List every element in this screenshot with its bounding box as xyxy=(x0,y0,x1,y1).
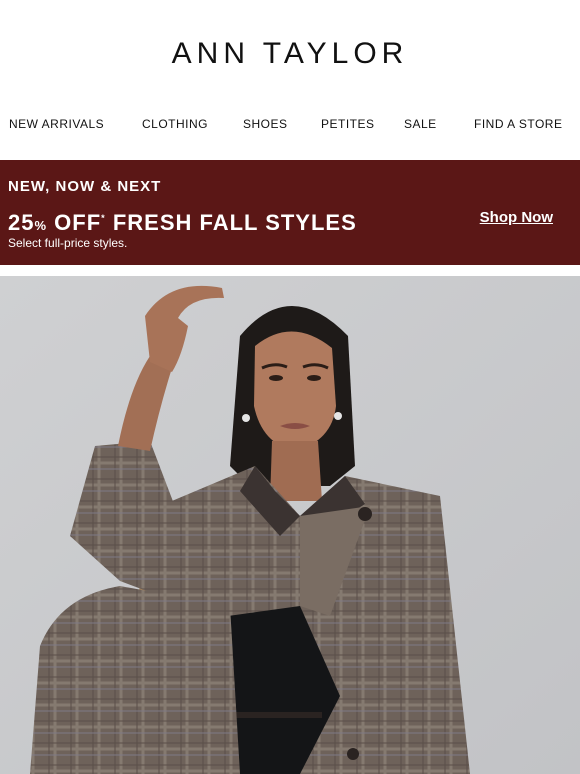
nav-item-clothing[interactable]: CLOTHING xyxy=(142,116,208,132)
main-nav: NEW ARRIVALS CLOTHING SHOES PETITES SALE… xyxy=(0,116,580,134)
hero-image[interactable] xyxy=(0,276,580,774)
promo-percent-sign: % xyxy=(34,218,48,233)
promo-asterisk: * xyxy=(101,213,106,223)
promo-percent-number: 25 xyxy=(8,210,35,235)
promo-subtext: Select full-price styles. xyxy=(8,236,128,250)
nav-item-new-arrivals[interactable]: NEW ARRIVALS xyxy=(9,116,104,132)
nav-item-petites[interactable]: PETITES xyxy=(321,116,375,132)
brand-logo[interactable]: ANN TAYLOR xyxy=(0,36,580,72)
promo-banner[interactable]: NEW, NOW & NEXT 25% OFF* FRESH FALL STYL… xyxy=(0,160,580,265)
promo-headline: 25% OFF* FRESH FALL STYLES xyxy=(8,204,357,240)
promo-off: OFF xyxy=(54,210,102,235)
nav-item-shoes[interactable]: SHOES xyxy=(243,116,288,132)
promo-headline-rest: FRESH FALL STYLES xyxy=(112,210,357,235)
model-photo-icon xyxy=(0,276,580,774)
nav-item-find-a-store[interactable]: FIND A STORE xyxy=(474,116,562,132)
promo-eyebrow: NEW, NOW & NEXT xyxy=(8,178,162,195)
shop-now-link[interactable]: Shop Now xyxy=(480,209,553,227)
nav-item-sale[interactable]: SALE xyxy=(404,116,437,132)
